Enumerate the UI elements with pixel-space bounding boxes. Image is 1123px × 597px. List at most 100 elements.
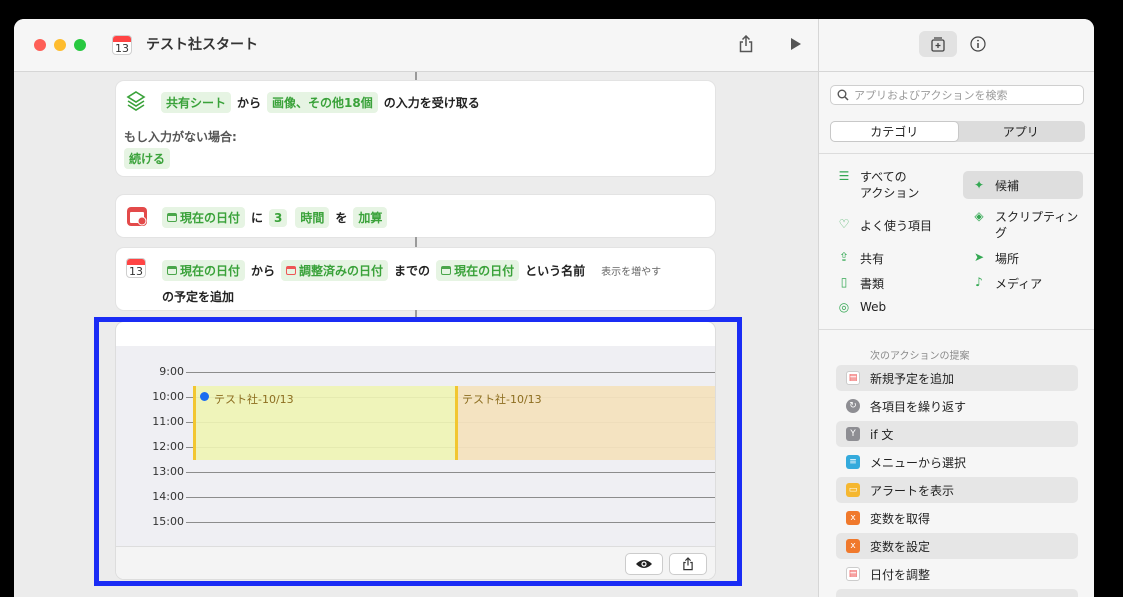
event-name-label: 現在の日付 — [454, 264, 515, 278]
highlight-frame — [94, 317, 742, 586]
category-label: よく使う項目 — [860, 219, 933, 233]
action-add-event[interactable]: 13 現在の日付 から 調整済みの日付 までの 現在の日付 という名前 表示を増… — [116, 248, 715, 310]
info-icon — [970, 36, 986, 52]
suggestion-item[interactable]: ▤ 新規予定を追加 — [836, 365, 1078, 391]
suggestion-item[interactable]: Y if 文 — [836, 421, 1078, 447]
category-scripting[interactable]: ◈ スクリプティン グ — [972, 209, 1090, 241]
action-library-button[interactable] — [919, 31, 957, 57]
amount-token[interactable]: 3 — [269, 208, 288, 227]
suggestion-item[interactable]: ↻ 各項目を繰り返す — [836, 393, 1078, 419]
adjust-row: 現在の日付 に 3 時間 を 加算 — [162, 207, 388, 228]
word-wo: を — [335, 211, 348, 225]
menu-icon: ≡ — [846, 455, 860, 469]
share-icon — [739, 35, 753, 53]
action-search-field[interactable]: アプリおよびアクションを検索 — [830, 85, 1084, 105]
category-label: Web — [860, 300, 887, 314]
run-button[interactable] — [785, 33, 807, 55]
alert-icon: ▭ — [846, 483, 860, 497]
sidebar-toolbar — [819, 19, 1094, 72]
calendar-icon: 13 — [112, 35, 132, 55]
title-bar: 13 テスト社スタート — [14, 19, 818, 72]
word-ni: に — [251, 211, 264, 225]
zoom-window-button[interactable] — [74, 39, 86, 51]
play-icon — [791, 38, 801, 50]
word-receive: の入力を受け取る — [383, 96, 480, 110]
suggestion-label: 日付を調整 — [870, 567, 931, 582]
end-date-token[interactable]: 調整済みの日付 — [281, 260, 389, 281]
category-segmented-control[interactable]: カテゴリ アプリ — [830, 121, 1085, 142]
library-add-icon — [931, 37, 945, 52]
connector-line — [415, 72, 417, 81]
suggestion-label: 変数を設定 — [870, 539, 931, 554]
segment-apps[interactable]: アプリ — [958, 122, 1085, 141]
category-favorites[interactable]: ♡ よく使う項目 — [837, 217, 932, 234]
share-button[interactable] — [735, 33, 757, 55]
unit-token[interactable]: 時間 — [295, 207, 330, 228]
receive-row: 共有シート から 画像、その他18個 の入力を受け取る — [161, 92, 486, 113]
variable-icon: x — [846, 511, 860, 525]
music-icon: ♪ — [975, 275, 983, 289]
suggestion-label: アラートを表示 — [870, 483, 955, 498]
suggestion-label: メニューから選択 — [870, 455, 967, 470]
adjust-date-icon — [127, 207, 147, 226]
branch-icon: Y — [846, 427, 860, 441]
continue-token[interactable]: 続ける — [124, 148, 171, 169]
window-title: テスト社スタート — [146, 37, 258, 53]
suggestion-item[interactable]: ≡ メニューから選択 — [836, 449, 1078, 475]
suggestion-item[interactable]: x 変数を設定 — [836, 533, 1078, 559]
suggestion-item[interactable]: x 変数を取得 — [836, 505, 1078, 531]
category-location[interactable]: ➤ 場所 — [972, 250, 1019, 267]
close-window-button[interactable] — [34, 39, 46, 51]
divider — [819, 329, 1094, 330]
suggestion-item[interactable]: ▤ 日付を調整 — [836, 561, 1078, 587]
calendar-mini-icon — [167, 266, 177, 275]
details-button[interactable] — [959, 31, 997, 57]
action-adjust-date[interactable]: 現在の日付 に 3 時間 を 加算 — [116, 195, 715, 237]
add-event-row: 現在の日付 から 調整済みの日付 までの 現在の日付 という名前 表示を増やす — [162, 260, 661, 281]
minimize-window-button[interactable] — [54, 39, 66, 51]
word-named: という名前 — [525, 264, 586, 278]
category-label: スクリプティン グ — [995, 210, 1079, 240]
add-event-line2: の予定を追加 — [162, 290, 235, 304]
date-token[interactable]: 現在の日付 — [162, 207, 246, 228]
types-token[interactable]: 画像、その他18個 — [267, 92, 378, 113]
compass-icon: ◎ — [838, 300, 850, 314]
action-receive-input[interactable]: 共有シート から 画像、その他18個 の入力を受け取る もし入力がない場合: 続… — [116, 81, 715, 176]
connector-line — [415, 237, 417, 248]
word-from: から — [251, 264, 276, 278]
scripting-icon: ◈ — [974, 209, 984, 223]
search-icon — [837, 89, 849, 101]
suggestion-label: 各項目を繰り返す — [870, 399, 967, 414]
start-date-token[interactable]: 現在の日付 — [162, 260, 246, 281]
show-more-button[interactable]: 表示を増やす — [601, 263, 661, 278]
no-input-label: もし入力がない場合: — [124, 130, 237, 144]
start-date-label: 現在の日付 — [180, 264, 241, 278]
category-label: 書類 — [860, 277, 885, 291]
repeat-icon: ↻ — [846, 399, 860, 413]
variable-icon: x — [846, 539, 860, 553]
heart-icon: ♡ — [838, 217, 850, 231]
suggestion-label: if 文 — [870, 427, 894, 442]
divider — [819, 153, 1094, 154]
category-all-actions[interactable]: ☰ すべての アクション — [837, 169, 947, 201]
segment-categories[interactable]: カテゴリ — [831, 122, 958, 141]
category-suggestions[interactable]: ✦ 候補 — [963, 171, 1083, 199]
suggestion-item[interactable] — [836, 589, 1078, 597]
category-documents[interactable]: ▯ 書類 — [837, 275, 884, 292]
category-web[interactable]: ◎ Web — [837, 300, 886, 314]
event-name-token[interactable]: 現在の日付 — [436, 260, 520, 281]
category-media[interactable]: ♪ メディア — [972, 275, 1042, 292]
continue-row: 続ける — [124, 148, 171, 169]
operation-token[interactable]: 加算 — [353, 207, 388, 228]
category-sharing[interactable]: ⇪ 共有 — [837, 250, 884, 267]
suggestion-item[interactable]: ▭ アラートを表示 — [836, 477, 1078, 503]
source-token[interactable]: 共有シート — [161, 92, 232, 113]
document-icon: ▯ — [840, 275, 848, 289]
adjust-date-mini-icon — [286, 266, 297, 275]
list-icon: ☰ — [838, 169, 850, 183]
search-placeholder: アプリおよびアクションを検索 — [854, 89, 1008, 102]
calendar-icon: 13 — [126, 258, 146, 278]
calendar-icon-day: 13 — [129, 265, 143, 278]
category-label: すべての アクション — [860, 170, 920, 200]
date-token-label: 現在の日付 — [180, 211, 241, 225]
